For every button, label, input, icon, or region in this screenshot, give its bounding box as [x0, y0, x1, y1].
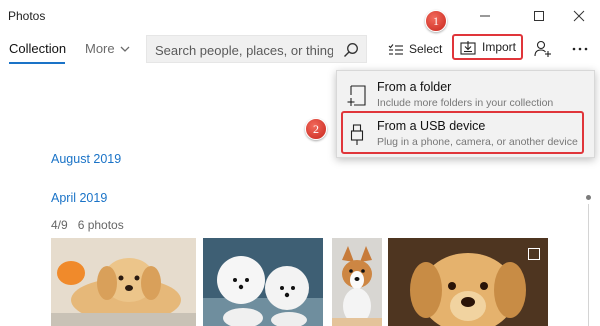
menu-item-subtitle: Include more folders in your collection — [377, 97, 554, 109]
group-count: 6 photos — [77, 218, 124, 232]
search-input[interactable] — [155, 41, 333, 59]
select-button[interactable]: Select — [388, 38, 442, 60]
select-list-icon — [388, 44, 403, 55]
photo-thumbnail[interactable] — [51, 238, 196, 326]
corgi-puppy-image — [332, 238, 382, 326]
scrollbar-thumb[interactable] — [586, 195, 591, 200]
step-badge-1: 1 — [425, 10, 447, 32]
scrollbar-track-line — [588, 204, 589, 326]
group-date: 4/9 — [51, 218, 68, 232]
import-label: Import — [482, 40, 517, 54]
photo-thumbnail[interactable] — [388, 238, 548, 326]
import-button[interactable]: Import — [452, 34, 523, 60]
golden-puppy-face-image — [388, 238, 548, 326]
section-heading-august[interactable]: August 2019 — [51, 152, 121, 166]
photo-select-checkbox[interactable] — [528, 248, 540, 260]
tab-collection[interactable]: Collection — [9, 41, 66, 56]
app-title: Photos — [8, 9, 46, 23]
active-tab-indicator — [9, 62, 65, 64]
ellipsis-icon — [572, 47, 588, 51]
select-label: Select — [409, 42, 443, 56]
close-icon — [573, 10, 585, 22]
photo-thumbnail[interactable] — [203, 238, 323, 326]
section-heading-april[interactable]: April 2019 — [51, 191, 107, 205]
maximize-icon — [534, 11, 544, 21]
group-meta: 4/9 6 photos — [51, 218, 124, 232]
search-icon — [344, 43, 358, 57]
photo-thumbnail[interactable] — [332, 238, 382, 326]
more-label: More — [85, 41, 115, 56]
toolbar: Collection More Select — [0, 32, 600, 68]
add-person-icon — [534, 40, 551, 57]
bichon-puppies-image — [203, 238, 323, 326]
close-button[interactable] — [556, 0, 600, 32]
import-icon — [460, 40, 476, 55]
more-menu-button[interactable]: More — [85, 41, 130, 56]
search-box — [146, 35, 367, 63]
menu-item-title: From a folder — [377, 80, 452, 94]
chevron-down-icon — [120, 46, 130, 52]
minimize-icon — [480, 15, 490, 17]
step-badge-2: 2 — [305, 118, 327, 140]
menu-item-from-folder[interactable]: From a folder Include more folders in yo… — [337, 76, 596, 116]
more-options-button[interactable] — [568, 38, 592, 60]
title-bar: Photos — [0, 0, 600, 32]
folder-add-icon — [346, 84, 368, 108]
vertical-scrollbar[interactable] — [584, 192, 590, 326]
puppy-lying-image — [51, 238, 196, 326]
add-person-button[interactable] — [532, 38, 554, 60]
usb-option-highlight — [341, 111, 584, 154]
search-button[interactable] — [340, 39, 362, 61]
minimize-button[interactable] — [462, 0, 508, 32]
